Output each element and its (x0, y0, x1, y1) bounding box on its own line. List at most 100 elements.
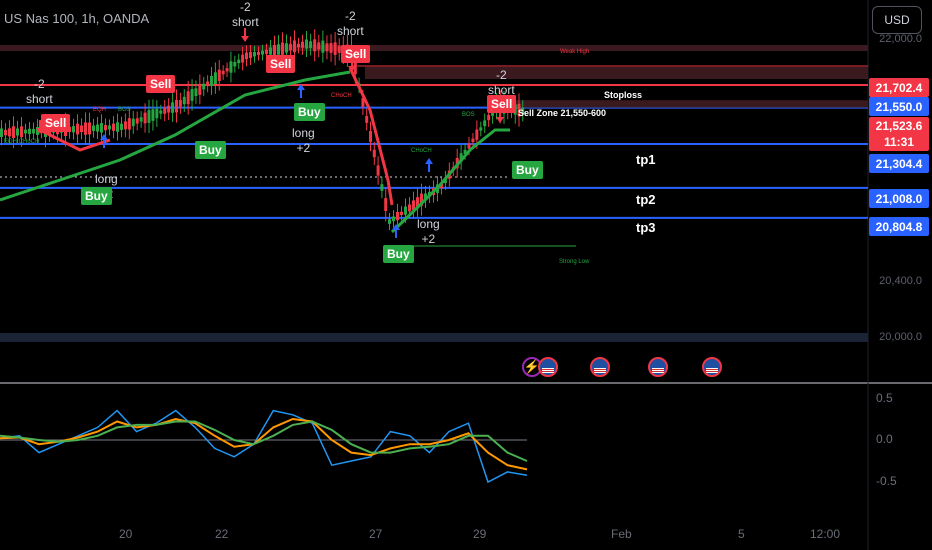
candle (0, 128, 3, 138)
candle (139, 117, 143, 122)
candle (249, 52, 252, 58)
arrow-head (425, 158, 433, 164)
candle (198, 83, 202, 95)
candle (206, 81, 210, 87)
price-label-tp2: 21,008.0 (869, 189, 929, 208)
candle (24, 129, 27, 134)
structure-label: CHoCH (331, 93, 352, 99)
price-label-tp1: 21,304.4 (869, 154, 929, 173)
candle (210, 75, 213, 86)
price-tick: 22,000.0 (879, 33, 922, 45)
candle (333, 42, 337, 56)
time-tick: 27 (369, 527, 383, 541)
time-tick: 20 (119, 527, 133, 541)
buy-signal[interactable]: Buy (195, 141, 226, 159)
candle (116, 122, 119, 132)
time-tick: 12:00 (810, 527, 841, 541)
chart-canvas (0, 0, 932, 550)
candle (321, 40, 325, 53)
candle (131, 118, 135, 127)
candle (277, 44, 280, 55)
candle (396, 211, 399, 221)
bar-countdown: 11:31 (883, 135, 915, 149)
candle (325, 43, 329, 52)
candle (178, 100, 182, 107)
weak-high-zone (0, 45, 868, 51)
candle (163, 107, 167, 114)
candle (96, 124, 99, 132)
long-annotation: long+2 (417, 217, 440, 246)
tp1-label: tp1 (636, 152, 656, 167)
currency-button[interactable]: USD (872, 6, 922, 34)
price-tick: 20,400.0 (879, 275, 922, 287)
buy-signal[interactable]: Buy (294, 103, 325, 121)
osc-tick: 0.0 (876, 432, 893, 446)
candle (253, 52, 256, 57)
candle (483, 120, 487, 127)
candle (182, 96, 186, 105)
sell-signal[interactable]: Sell (487, 95, 517, 113)
us-flag-icon[interactable] (702, 357, 722, 377)
short-annotation: -2 short (232, 0, 259, 29)
candle (487, 114, 491, 121)
us-flag-icon[interactable] (648, 357, 668, 377)
candle (127, 118, 131, 130)
sell-signal[interactable]: Sell (146, 75, 176, 93)
time-tick: Feb (611, 527, 632, 541)
candle (257, 51, 260, 55)
candle (281, 42, 284, 55)
candle (28, 128, 31, 135)
candle (273, 44, 276, 56)
candle (186, 91, 190, 105)
candle (404, 206, 407, 215)
candle (88, 122, 91, 135)
buy-signal[interactable]: Buy (81, 187, 112, 205)
supply-zone (365, 67, 868, 79)
osc-tick: 0.5 (876, 391, 893, 405)
candle (104, 125, 107, 131)
symbol-title[interactable]: US Nas 100, 1h, OANDA (4, 11, 149, 26)
sell-signal[interactable]: Sell (266, 55, 296, 73)
candle (241, 54, 245, 63)
sell-zone-label: Sell Zone 21,550-600 (518, 108, 607, 118)
candle (72, 126, 75, 133)
candle (92, 125, 95, 131)
candle (233, 61, 237, 67)
candle (76, 123, 79, 135)
candle (317, 42, 321, 50)
buy-signal[interactable]: Buy (512, 161, 543, 179)
candle (261, 50, 264, 55)
buy-signal[interactable]: Buy (383, 245, 414, 263)
candle (159, 110, 163, 114)
candle (100, 123, 103, 133)
candle (467, 143, 471, 149)
candle (84, 122, 87, 135)
price-label-stoploss: 21,702.4 (869, 78, 929, 97)
candle (155, 108, 159, 119)
candle (313, 39, 317, 52)
candle (123, 121, 127, 130)
candle (120, 123, 123, 130)
candle (12, 126, 15, 139)
time-tick: 22 (215, 527, 229, 541)
candle (309, 41, 313, 49)
candle (329, 43, 333, 53)
time-tick: 5 (738, 527, 745, 541)
candle (32, 128, 35, 134)
candle (369, 131, 372, 142)
candle (297, 43, 300, 48)
sell-signal[interactable]: Sell (41, 114, 71, 132)
arrow-head (241, 36, 249, 42)
candle (167, 105, 171, 113)
candle (194, 88, 198, 96)
candle (16, 128, 19, 136)
price-tick: 20,000.0 (879, 331, 922, 343)
us-flag-icon[interactable] (538, 357, 558, 377)
sell-signal[interactable]: Sell (341, 45, 371, 63)
structure-label: EQH (93, 107, 107, 113)
candle (285, 43, 288, 53)
osc-tick: -0.5 (876, 474, 897, 488)
sell-zone-box (500, 100, 868, 108)
us-flag-icon[interactable] (590, 357, 610, 377)
last-price: 21,523.6 (875, 119, 923, 133)
